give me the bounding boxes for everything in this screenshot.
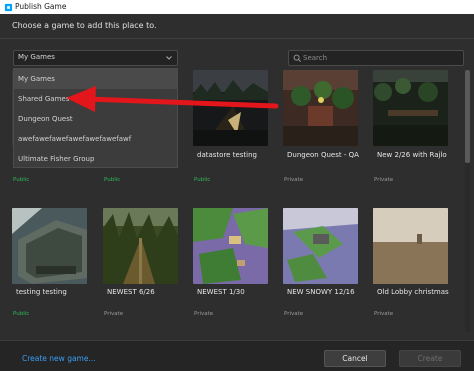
game-status: Private (374, 177, 394, 183)
cancel-button[interactable]: Cancel (324, 350, 386, 367)
game-status: Public (194, 177, 211, 183)
game-source-menu: My Games Shared Games Dungeon Quest awef… (13, 68, 178, 168)
game-thumbnail (373, 70, 448, 146)
game-tile[interactable]: Old Lobby christmas Private (373, 208, 451, 317)
game-tile[interactable]: NEWEST 1/30 Private (193, 208, 271, 317)
game-status: Private (104, 311, 124, 317)
search-input[interactable] (303, 52, 453, 64)
game-status: Public (13, 311, 30, 317)
header-divider (0, 38, 474, 39)
game-status: Private (284, 177, 304, 183)
dropdown-selected-value: My Games (18, 53, 55, 61)
create-button[interactable]: Create (399, 350, 461, 367)
menu-item-my-games[interactable]: My Games (14, 69, 177, 89)
game-name: datastore testing (197, 151, 257, 159)
game-name: New 2/26 with Rajlo (377, 151, 447, 159)
game-status: Private (194, 311, 214, 317)
game-thumbnail (373, 208, 448, 284)
menu-item-dungeon-quest[interactable]: Dungeon Quest (14, 109, 177, 129)
scrollbar-thumb[interactable] (465, 70, 470, 163)
game-tile[interactable]: datastore testing Public (193, 70, 271, 183)
game-thumbnail (283, 208, 358, 284)
game-thumbnail (193, 208, 268, 284)
game-name: Dungeon Quest - QA (287, 151, 359, 159)
game-name: Old Lobby christmas (377, 288, 449, 296)
publish-game-dialog: Publish Game Choose a game to add this p… (0, 0, 474, 371)
game-tile[interactable]: NEW SNOWY 12/16 Private (283, 208, 361, 317)
game-thumbnail (12, 208, 87, 284)
game-status: Private (374, 311, 394, 317)
game-tile[interactable]: Dungeon Quest - QA Private (283, 70, 361, 183)
game-tile[interactable]: New 2/26 with Rajlo Private (373, 70, 451, 183)
game-source-dropdown[interactable]: My Games (13, 50, 178, 66)
menu-item-shared-games[interactable]: Shared Games (14, 89, 177, 109)
game-status: Public (13, 177, 30, 183)
menu-item-group[interactable]: awefawefawefawefawefawefawf (14, 129, 177, 149)
game-status: Public (104, 177, 121, 183)
game-name: testing testing (16, 288, 67, 296)
menu-item-ultimate-fisher-group[interactable]: Ultimate Fisher Group (14, 149, 177, 169)
game-tile[interactable]: testing testing Public (12, 208, 90, 317)
search-icon (293, 54, 301, 62)
roblox-studio-icon (4, 3, 13, 12)
create-new-game-link[interactable]: Create new game... (22, 354, 96, 363)
game-thumbnail (283, 70, 358, 146)
instruction-text: Choose a game to add this place to. (12, 21, 157, 30)
game-name: NEWEST 1/30 (197, 288, 245, 296)
game-name: NEWEST 6/26 (107, 288, 155, 296)
game-name: NEW SNOWY 12/16 (287, 288, 355, 296)
game-status: Private (284, 311, 304, 317)
game-thumbnail (103, 208, 178, 284)
chevron-down-icon (166, 56, 172, 60)
title-bar: Publish Game (0, 0, 474, 14)
search-box[interactable] (288, 50, 464, 66)
game-tile[interactable]: NEWEST 6/26 Private (103, 208, 181, 317)
window-title: Publish Game (15, 2, 67, 11)
game-thumbnail (193, 70, 268, 146)
